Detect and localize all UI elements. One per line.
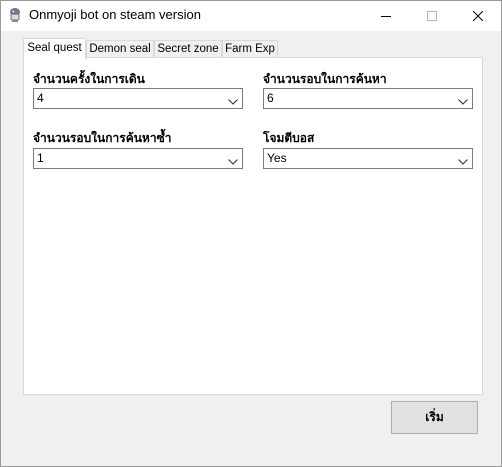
tab-secret-zone[interactable]: Secret zone [154,40,222,57]
repeat-search-rounds-value: 1 [37,151,44,165]
repeat-search-rounds-label: จำนวนรอบในการค้นหาซ้ำ [33,131,172,145]
search-rounds-select[interactable]: 6 [263,88,473,109]
attack-boss-label: โจมตีบอส [263,131,315,145]
tab-demon-seal[interactable]: Demon seal [86,40,154,57]
search-rounds-value: 6 [267,91,274,105]
walk-count-select[interactable]: 4 [33,88,243,109]
title-bar[interactable]: Onmyoji bot on steam version [1,1,501,31]
window-title: Onmyoji bot on steam version [29,7,201,22]
search-rounds-label: จำนวนรอบในการค้นหา [263,72,387,86]
repeat-search-rounds-select[interactable]: 1 [33,148,243,169]
walk-count-value: 4 [37,91,44,105]
walk-count-label: จำนวนครั้งในการเดิน [33,72,145,86]
chevron-down-icon [228,155,238,165]
close-button[interactable] [455,1,501,31]
chevron-down-icon [228,95,238,105]
minimize-icon [381,11,391,21]
minimize-button[interactable] [363,1,409,31]
python-icon [7,7,23,23]
attack-boss-value: Yes [267,151,287,165]
seal-quest-panel: จำนวนครั้งในการเดิน 4 จำนวนรอบในการค้นหา… [23,57,483,395]
tab-seal-quest[interactable]: Seal quest [23,38,86,59]
chevron-down-icon [458,95,468,105]
tab-farm-exp[interactable]: Farm Exp [222,40,278,57]
close-icon [473,11,483,21]
maximize-icon [427,11,437,21]
chevron-down-icon [458,155,468,165]
maximize-button[interactable] [409,1,455,31]
app-window: Onmyoji bot on steam version Seal quest … [0,0,502,467]
start-button[interactable]: เริ่ม [391,401,478,434]
attack-boss-select[interactable]: Yes [263,148,473,169]
